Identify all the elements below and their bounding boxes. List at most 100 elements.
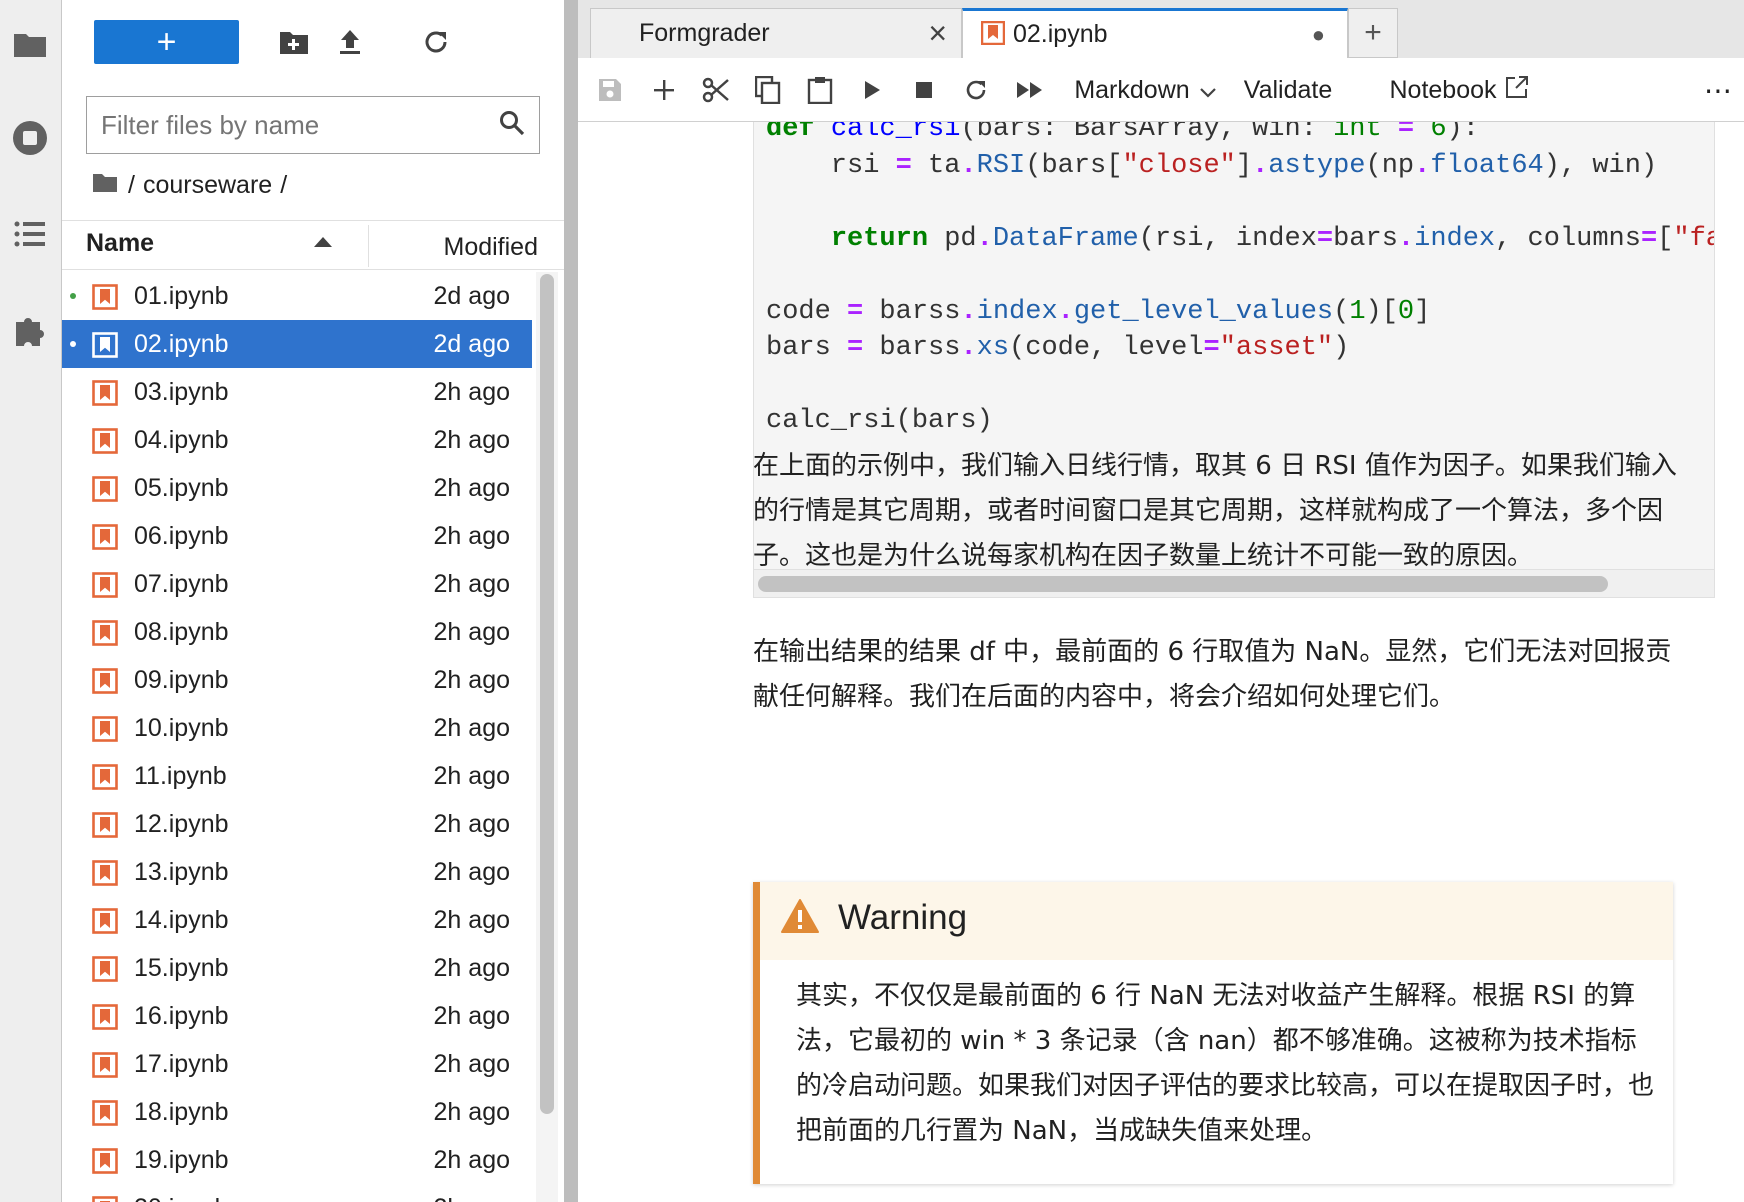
notebook-label: Notebook xyxy=(1389,75,1497,104)
file-modified: 2h ago xyxy=(433,761,510,790)
jupyterlab-window: + / courseware / Name xyxy=(0,0,1744,1202)
folder-icon[interactable] xyxy=(8,22,52,66)
open-notebook-button[interactable]: Notebook xyxy=(1384,72,1534,108)
toc-icon[interactable] xyxy=(8,212,52,256)
file-list-item[interactable]: 13.ipynb 2h ago xyxy=(62,848,532,896)
file-list-item[interactable]: 15.ipynb 2h ago xyxy=(62,944,532,992)
file-modified: 2h ago xyxy=(433,521,510,550)
restart-icon[interactable] xyxy=(958,72,994,108)
tab-formgrader[interactable]: Formgrader × xyxy=(590,8,962,58)
file-name: 03.ipynb xyxy=(134,377,229,406)
breadcrumb-courseware[interactable]: courseware xyxy=(143,171,272,200)
file-name: 12.ipynb xyxy=(134,809,229,838)
file-modified: 2h ago xyxy=(433,953,510,982)
cut-icon[interactable] xyxy=(698,72,734,108)
file-name: 04.ipynb xyxy=(134,425,229,454)
file-list-item[interactable]: 07.ipynb 2h ago xyxy=(62,560,532,608)
run-icon[interactable] xyxy=(854,72,890,108)
tab-02-ipynb[interactable]: 02.ipynb ● xyxy=(962,8,1348,58)
refresh-icon[interactable] xyxy=(418,24,454,60)
more-options-icon[interactable]: ⋯ xyxy=(1698,72,1738,108)
upload-icon[interactable] xyxy=(332,24,368,60)
notebook-icon xyxy=(92,1148,118,1174)
file-list-item[interactable]: 19.ipynb 2h ago xyxy=(62,1136,532,1184)
file-list-item[interactable]: 18.ipynb 2h ago xyxy=(62,1088,532,1136)
fast-forward-icon[interactable] xyxy=(1010,72,1050,108)
file-list-item[interactable]: 12.ipynb 2h ago xyxy=(62,800,532,848)
paste-icon[interactable] xyxy=(802,72,838,108)
file-name: 16.ipynb xyxy=(134,1001,229,1030)
file-name: 10.ipynb xyxy=(134,713,229,742)
notebook-icon xyxy=(92,908,118,934)
column-divider[interactable] xyxy=(368,225,369,267)
cell-type-dropdown[interactable]: Markdown xyxy=(1070,72,1220,108)
file-modified: 2h ago xyxy=(433,569,510,598)
file-name: 06.ipynb xyxy=(134,521,229,550)
warning-body: 其实，不仅仅是最前面的 6 行 NaN 无法对收益产生解释。根据 RSI 的算法… xyxy=(796,981,1655,1146)
filter-files-field[interactable] xyxy=(86,96,540,154)
file-list-item[interactable]: 01.ipynb 2d ago xyxy=(62,272,532,320)
file-modified: 2h ago xyxy=(433,1049,510,1078)
file-modified: 2h ago xyxy=(433,857,510,886)
file-list-item[interactable]: 11.ipynb 2h ago xyxy=(62,752,532,800)
save-icon[interactable] xyxy=(592,72,628,108)
new-launcher-button[interactable]: + xyxy=(94,20,239,64)
file-list-item[interactable]: 06.ipynb 2h ago xyxy=(62,512,532,560)
file-list-item[interactable]: 10.ipynb 2h ago xyxy=(62,704,532,752)
notebook-icon xyxy=(92,524,118,550)
file-list-item[interactable]: 08.ipynb 2h ago xyxy=(62,608,532,656)
external-link-icon xyxy=(1505,75,1529,106)
file-modified: 2h ago xyxy=(433,1001,510,1030)
running-indicator xyxy=(70,341,76,347)
notebook-icon xyxy=(92,812,118,838)
file-name: 09.ipynb xyxy=(134,665,229,694)
markdown-paragraph-1: 在上面的示例中，我们输入日线行情，取其 6 日 RSI 值作为因子。如果我们输入… xyxy=(753,451,1677,571)
validate-button[interactable]: Validate xyxy=(1228,72,1348,108)
column-header-name[interactable]: Name xyxy=(86,229,154,258)
column-header-modified[interactable]: Modified xyxy=(444,233,539,262)
file-list-item[interactable]: 03.ipynb 2h ago xyxy=(62,368,532,416)
file-list-item[interactable]: 17.ipynb 2h ago xyxy=(62,1040,532,1088)
file-browser: + / courseware / Name xyxy=(62,0,564,1202)
close-icon[interactable]: × xyxy=(928,15,947,52)
code-editor[interactable]: def calc_rsi(bars: BarsArray, win: int =… xyxy=(766,122,1714,440)
file-list-item[interactable]: 04.ipynb 2h ago xyxy=(62,416,532,464)
file-list-scrollbar[interactable] xyxy=(536,272,558,1202)
add-tab-button[interactable]: + xyxy=(1348,8,1398,58)
notebook-toolbar: Markdown Validate Notebook ⋯ xyxy=(578,58,1744,122)
running-icon[interactable] xyxy=(8,116,52,160)
file-modified: 2h ago xyxy=(433,1145,510,1174)
file-list-item[interactable]: 16.ipynb 2h ago xyxy=(62,992,532,1040)
breadcrumb-root[interactable]: / xyxy=(128,171,135,200)
file-list-item[interactable]: 14.ipynb 2h ago xyxy=(62,896,532,944)
file-modified: 2h ago xyxy=(434,1194,510,1202)
home-folder-icon[interactable] xyxy=(92,171,118,200)
copy-icon[interactable] xyxy=(750,72,786,108)
code-line: return pd.DataFrame(rsi, index=bars.inde… xyxy=(830,223,1714,254)
file-list-item[interactable]: 05.ipynb 2h ago xyxy=(62,464,532,512)
unsaved-dot-icon[interactable]: ● xyxy=(1312,22,1325,48)
notebook-icon xyxy=(92,956,118,982)
file-list-item[interactable]: 09.ipynb 2h ago xyxy=(62,656,532,704)
filter-files-input[interactable] xyxy=(101,109,499,141)
panel-splitter[interactable] xyxy=(564,0,578,1202)
search-icon xyxy=(499,110,525,141)
file-name: 19.ipynb xyxy=(134,1145,229,1174)
file-list-item[interactable]: 20.ipynb 2h ago xyxy=(62,1184,532,1202)
warning-admonition: Warning 其实，不仅仅是最前面的 6 行 NaN 无法对收益产生解释。根据… xyxy=(753,882,1673,1184)
file-modified: 2h ago xyxy=(433,377,510,406)
file-name: 14.ipynb xyxy=(134,905,229,934)
file-list: 01.ipynb 2d ago 02.ipynb 2d ago 03.ipynb 2h a… xyxy=(62,272,532,1202)
new-folder-icon[interactable] xyxy=(276,24,312,60)
file-name: 02.ipynb xyxy=(134,329,229,358)
stop-icon[interactable] xyxy=(906,72,942,108)
extension-icon[interactable] xyxy=(8,308,52,352)
file-list-scrollbar-thumb[interactable] xyxy=(540,274,554,1114)
sort-ascending-icon[interactable] xyxy=(314,237,332,247)
file-list-item[interactable]: 02.ipynb 2d ago xyxy=(62,320,532,368)
tab-label: 02.ipynb xyxy=(1013,20,1108,48)
file-modified: 2h ago xyxy=(433,713,510,742)
insert-cell-icon[interactable] xyxy=(646,72,682,108)
file-modified: 2h ago xyxy=(433,665,510,694)
file-name: 18.ipynb xyxy=(134,1097,229,1126)
